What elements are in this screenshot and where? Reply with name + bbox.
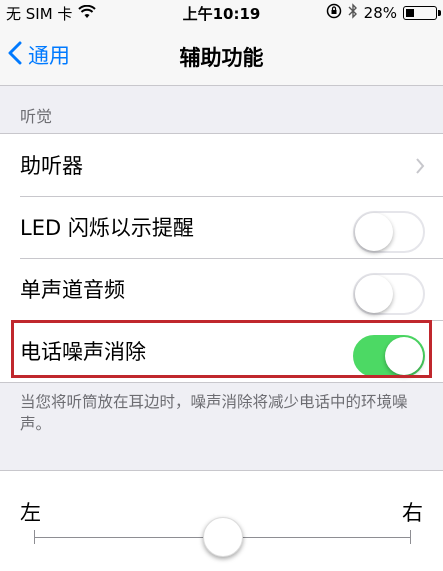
- noise-cancellation-toggle[interactable]: [353, 335, 425, 377]
- row-label: 单声道音频: [20, 278, 125, 302]
- bluetooth-icon: [348, 3, 358, 23]
- led-flash-toggle[interactable]: [353, 211, 425, 253]
- balance-group: 左 右: [0, 470, 443, 571]
- row-hearing-aids[interactable]: 助听器: [0, 134, 443, 196]
- balance-left-label: 左: [20, 501, 41, 525]
- balance-slider-knob[interactable]: [203, 517, 243, 557]
- toggle-knob: [385, 337, 423, 375]
- battery-icon: [403, 6, 441, 20]
- rotation-lock-icon: [326, 3, 342, 23]
- row-label: LED 闪烁以示提醒: [20, 216, 194, 240]
- hearing-settings-group: 助听器 LED 闪烁以示提醒 单声道音频 电话噪声消除: [0, 133, 443, 383]
- section-header-hearing: 听觉: [20, 107, 53, 126]
- toggle-knob: [355, 275, 393, 313]
- balance-tick-left: [34, 530, 35, 544]
- chevron-right-icon: [415, 156, 425, 180]
- row-label: 电话噪声消除: [20, 340, 146, 364]
- row-label: 助听器: [20, 154, 83, 178]
- mono-audio-toggle[interactable]: [353, 273, 425, 315]
- balance-right-label: 右: [402, 501, 423, 525]
- toggle-knob: [355, 213, 393, 251]
- navigation-bar: 通用 辅助功能: [0, 26, 443, 86]
- row-phone-noise-cancellation: 电话噪声消除: [0, 320, 443, 382]
- battery-percent: 28%: [363, 4, 397, 22]
- row-led-flash: LED 闪烁以示提醒: [0, 196, 443, 258]
- balance-tick-right: [410, 530, 411, 544]
- battery-level: [406, 9, 414, 17]
- footer-note: 当您将听筒放在耳边时，噪声消除将减少电话中的环境噪声。: [20, 393, 408, 433]
- page-title: 辅助功能: [179, 46, 264, 70]
- status-right: 28%: [326, 3, 441, 23]
- row-mono-audio: 单声道音频: [0, 258, 443, 320]
- status-bar: 无 SIM 卡 上午10:19 28%: [0, 0, 443, 26]
